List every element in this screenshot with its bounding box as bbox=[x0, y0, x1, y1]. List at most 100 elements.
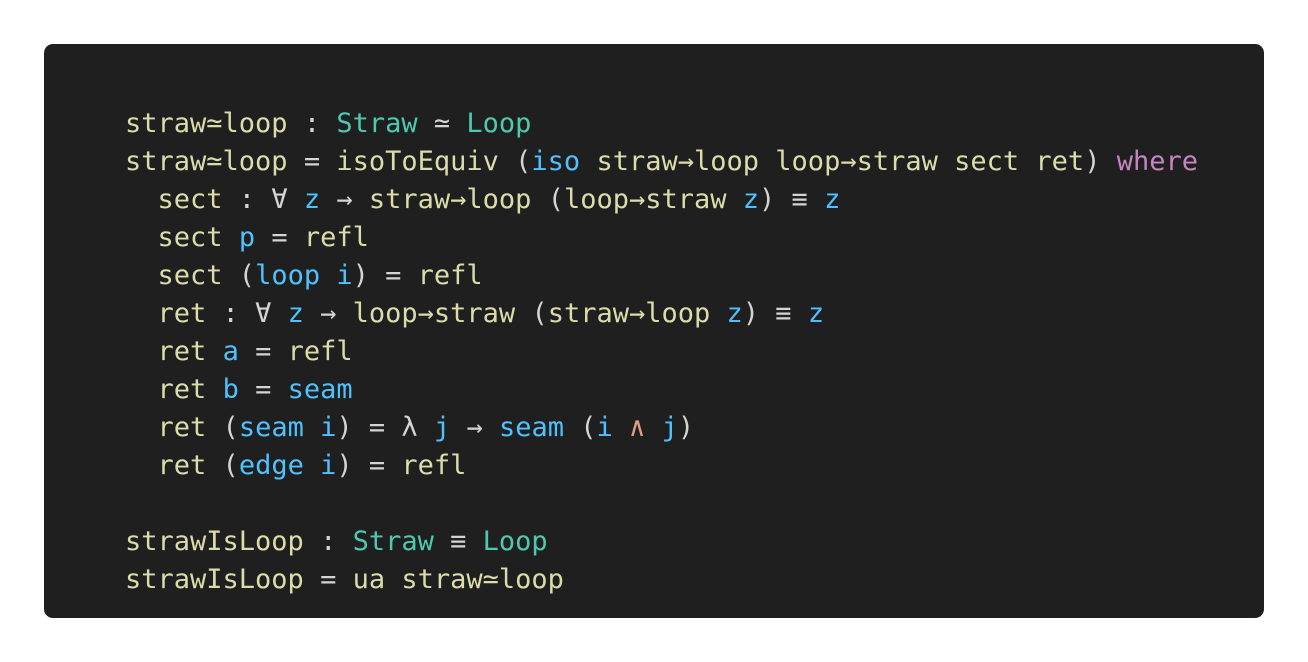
code-token: ( bbox=[515, 298, 548, 329]
code-token: ) = bbox=[336, 450, 402, 481]
code-token: refl bbox=[401, 450, 467, 481]
code-token: edge bbox=[238, 450, 304, 481]
code-token: Straw bbox=[336, 108, 418, 139]
code-token: ∧ bbox=[629, 412, 646, 443]
code-line: strawIsLoop = ua straw≃loop bbox=[125, 561, 1264, 599]
code-token: j bbox=[661, 412, 678, 443]
code-token: straw≃loop bbox=[125, 108, 288, 139]
code-token: sect bbox=[954, 146, 1020, 177]
code-line: ret (edge i) = refl bbox=[125, 447, 1264, 485]
code-token: refl bbox=[287, 336, 353, 367]
code-token: ua bbox=[352, 564, 386, 595]
code-token: isoToEquiv bbox=[336, 146, 499, 177]
code-token: : bbox=[303, 526, 353, 557]
code-token: ret bbox=[157, 374, 207, 405]
code-token: i bbox=[320, 450, 337, 481]
code-token: iso bbox=[531, 146, 581, 177]
code-token: ret bbox=[157, 412, 207, 443]
code-token: : ∀ bbox=[222, 184, 304, 215]
code-token: j bbox=[433, 412, 451, 443]
code-token: z bbox=[287, 298, 304, 329]
code-line: ret (seam i) = λ j → seam (i ∧ j) bbox=[125, 409, 1264, 447]
code-token: ) ≡ bbox=[759, 184, 825, 215]
code-block: straw≃loop : Straw ≃ Loop straw≃loop = is… bbox=[44, 44, 1264, 618]
code-token: i bbox=[336, 260, 353, 291]
code-token: straw→loop bbox=[547, 298, 711, 329]
code-token: ≡ bbox=[433, 526, 483, 557]
code-token: seam bbox=[498, 412, 564, 443]
code-line: straw≃loop = isoToEquiv (iso straw→loop … bbox=[125, 143, 1264, 181]
code-token: ) = bbox=[352, 260, 418, 291]
code-token: ) bbox=[677, 412, 695, 443]
code-token: straw→loop bbox=[368, 184, 532, 215]
code-token: ret bbox=[157, 336, 207, 367]
code-token: ret bbox=[157, 450, 207, 481]
code-line: straw≃loop : Straw ≃ Loop bbox=[125, 105, 1264, 143]
code-line: sect : ∀ z → straw→loop (loop→straw z) ≡… bbox=[125, 181, 1264, 219]
code-token: b bbox=[222, 374, 239, 405]
code-token: straw→loop bbox=[596, 146, 760, 177]
code-token: seam bbox=[287, 374, 353, 405]
code-token: ) bbox=[1084, 146, 1117, 177]
code-token: = bbox=[238, 336, 288, 367]
code-listing: straw≃loop : Straw ≃ Loop straw≃loop = is… bbox=[125, 108, 1264, 618]
code-token: = bbox=[255, 222, 304, 253]
code-token: ) = λ bbox=[336, 412, 434, 443]
code-token: i bbox=[320, 412, 337, 443]
code-token: seam bbox=[238, 412, 304, 443]
code-token: Straw bbox=[352, 526, 434, 557]
code-token: loop→straw bbox=[563, 184, 727, 215]
code-token: i bbox=[596, 412, 613, 443]
code-token: ≃ bbox=[417, 108, 467, 139]
code-line: sect (loop i) = refl bbox=[125, 257, 1264, 295]
code-token: straw≃loop bbox=[125, 146, 288, 177]
code-line: ret a = refl bbox=[125, 333, 1264, 371]
code-token: strawIsLoop bbox=[125, 526, 304, 557]
page: straw≃loop : Straw ≃ Loop straw≃loop = is… bbox=[0, 0, 1308, 662]
code-token: ( bbox=[498, 146, 532, 177]
code-token: : bbox=[287, 108, 337, 139]
code-line: ret : ∀ z → loop→straw (straw→loop z) ≡ … bbox=[125, 295, 1264, 333]
code-token: sect bbox=[157, 184, 223, 215]
code-token: ret bbox=[157, 298, 207, 329]
code-token: straw≃loop bbox=[401, 564, 564, 595]
code-token: refl bbox=[417, 260, 483, 291]
code-token: = bbox=[287, 146, 337, 177]
code-token: loop bbox=[255, 260, 321, 291]
code-token: ret bbox=[1035, 146, 1085, 177]
code-token: sect bbox=[157, 222, 223, 253]
code-token: z bbox=[824, 184, 841, 215]
code-token: : ∀ bbox=[206, 298, 288, 329]
code-token: strawIsLoop bbox=[125, 564, 304, 595]
code-token: ( bbox=[222, 260, 256, 291]
code-token: → bbox=[303, 298, 353, 329]
code-token: ) ≡ bbox=[742, 298, 808, 329]
code-token: z bbox=[807, 298, 825, 329]
code-line: sect p = refl bbox=[125, 219, 1264, 257]
code-token: → bbox=[450, 412, 499, 443]
code-token: z bbox=[726, 298, 743, 329]
code-token: Loop bbox=[466, 108, 532, 139]
code-token: z bbox=[742, 184, 760, 215]
